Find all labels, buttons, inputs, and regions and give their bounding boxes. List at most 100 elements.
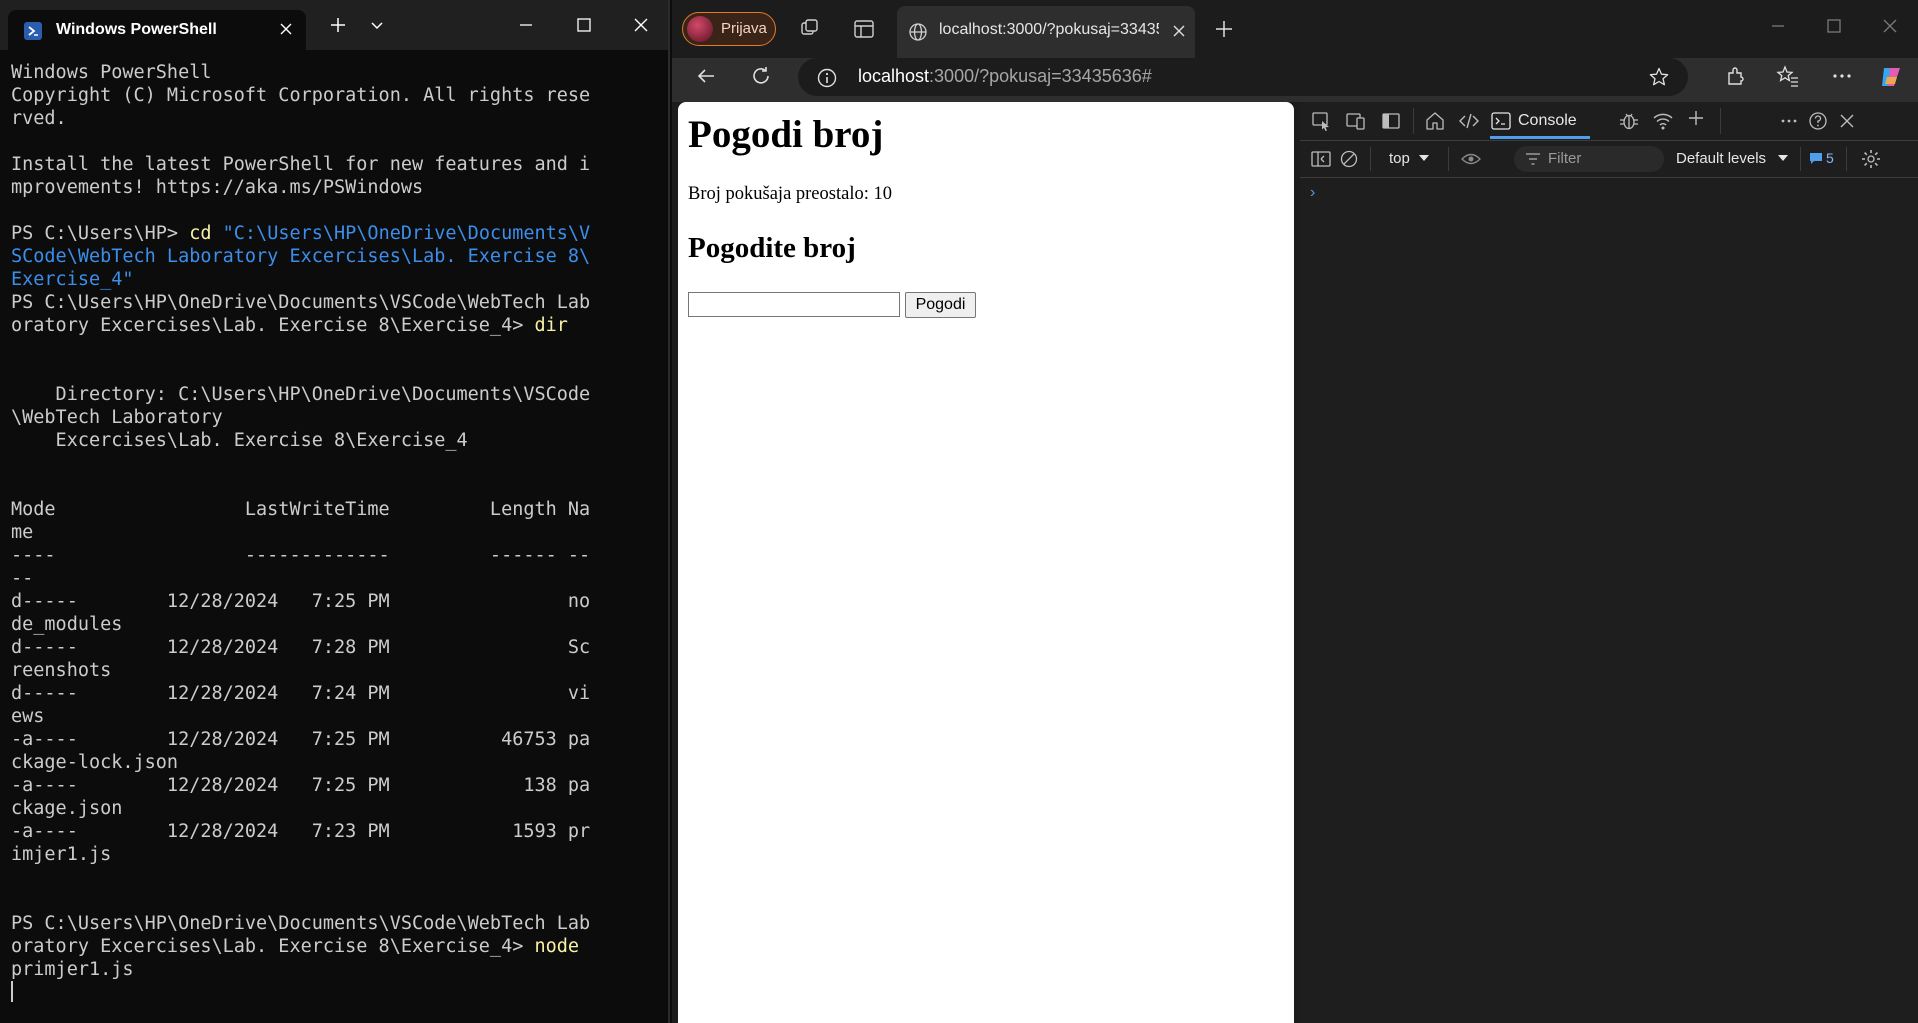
device-emulation-icon[interactable] bbox=[1345, 110, 1367, 132]
web-page-viewport: Pogodi broj Broj pokušaja preostalo: 10 … bbox=[678, 102, 1294, 1023]
back-icon[interactable] bbox=[694, 64, 718, 88]
browser-tab-title: localhost:3000/?pokusaj=33435636# bbox=[939, 21, 1159, 38]
dock-side-icon[interactable] bbox=[1380, 110, 1402, 132]
clear-console-icon[interactable] bbox=[1338, 148, 1360, 170]
output-text: ews bbox=[11, 706, 45, 727]
close-devtools-icon[interactable] bbox=[1836, 110, 1858, 132]
close-tab-icon[interactable] bbox=[278, 21, 294, 37]
command-text: cd bbox=[189, 223, 223, 244]
output-text: d----- 12/28/2024 7:25 PM no bbox=[11, 591, 591, 612]
terminal-line: -a---- 12/28/2024 7:23 PM 1593 pr bbox=[11, 820, 661, 843]
help-icon[interactable] bbox=[1807, 110, 1829, 132]
guess-button[interactable]: Pogodi bbox=[905, 292, 976, 318]
minimize-icon[interactable] bbox=[1766, 14, 1790, 38]
remaining-attempts-text: Broj pokušaja preostalo: 10 bbox=[688, 184, 892, 204]
output-text: primjer1.js bbox=[11, 959, 134, 980]
terminal-line: me bbox=[11, 521, 661, 544]
divider bbox=[1413, 108, 1414, 134]
string-text: "C:\Users\HP\OneDrive\Documents\V bbox=[222, 223, 591, 244]
vertical-tabs-icon[interactable] bbox=[852, 17, 876, 41]
issues-bug-icon[interactable] bbox=[1618, 110, 1640, 132]
dropdown-arrow-icon bbox=[1775, 150, 1791, 166]
favorite-star-icon[interactable] bbox=[1648, 66, 1670, 88]
command-text: dir bbox=[534, 315, 568, 336]
output-text: -a---- 12/28/2024 7:23 PM 1593 pr bbox=[11, 821, 591, 842]
refresh-icon[interactable] bbox=[749, 64, 773, 88]
output-text: de_modules bbox=[11, 614, 123, 635]
output-text: Copyright (C) Microsoft Corporation. All… bbox=[11, 85, 591, 106]
terminal-line: de_modules bbox=[11, 613, 661, 636]
close-tab-icon[interactable] bbox=[1171, 23, 1187, 39]
output-text: mprovements! https://aka.ms/PSWindows bbox=[11, 177, 424, 198]
workspaces-icon[interactable] bbox=[798, 17, 822, 41]
console-toolbar: top Filter Default levels 5 bbox=[1300, 141, 1918, 178]
log-levels-label: Default levels bbox=[1676, 150, 1767, 167]
divider bbox=[1720, 108, 1721, 134]
terminal-line: ---- ------------- ------ -- bbox=[11, 544, 661, 567]
output-text: -a---- 12/28/2024 7:25 PM 46753 pa bbox=[11, 729, 591, 750]
console-filter-input[interactable]: Filter bbox=[1514, 146, 1664, 172]
address-bar[interactable]: localhost:3000/?pokusaj=33435636# bbox=[798, 58, 1688, 96]
output-text: Mode LastWriteTime Length Na bbox=[11, 499, 591, 520]
console-icon bbox=[1490, 110, 1512, 132]
guess-subheading: Pogodite broj bbox=[688, 232, 856, 264]
maximize-icon[interactable] bbox=[573, 14, 595, 36]
output-text: ckage.json bbox=[11, 798, 123, 819]
new-tab-icon[interactable] bbox=[1212, 17, 1236, 41]
output-text: ckage-lock.json bbox=[11, 752, 179, 773]
divider bbox=[1846, 147, 1847, 171]
terminal-output[interactable]: Windows PowerShell Copyright (C) Microsof… bbox=[11, 61, 661, 981]
terminal-line: Excercises\Lab. Exercise 8\Exercise_4 bbox=[11, 429, 661, 452]
output-text: d----- 12/28/2024 7:24 PM vi bbox=[11, 683, 591, 704]
profile-label: Prijava bbox=[721, 20, 767, 37]
more-tools-plus-icon[interactable] bbox=[1685, 107, 1707, 129]
console-settings-gear-icon[interactable] bbox=[1860, 148, 1882, 170]
close-window-icon[interactable] bbox=[1878, 14, 1902, 38]
favorites-icon[interactable] bbox=[1776, 64, 1800, 88]
minimize-icon[interactable] bbox=[515, 14, 537, 36]
maximize-icon[interactable] bbox=[1822, 14, 1846, 38]
live-expression-eye-icon[interactable] bbox=[1460, 148, 1482, 170]
message-count: 5 bbox=[1826, 150, 1834, 166]
context-selector-label: top bbox=[1389, 150, 1410, 167]
output-text: PS C:\Users\HP> bbox=[11, 223, 190, 244]
active-tab-indicator bbox=[1490, 136, 1590, 139]
terminal-line: PS C:\Users\HP> cd "C:\Users\HP\OneDrive… bbox=[11, 222, 661, 245]
more-options-icon[interactable] bbox=[1830, 64, 1854, 88]
terminal-line: ckage-lock.json bbox=[11, 751, 661, 774]
new-tab-icon[interactable] bbox=[327, 14, 349, 36]
network-wifi-icon[interactable] bbox=[1652, 110, 1674, 132]
welcome-home-icon[interactable] bbox=[1424, 110, 1446, 132]
divider bbox=[1448, 147, 1449, 171]
output-text: Windows PowerShell bbox=[11, 62, 212, 83]
extensions-icon[interactable] bbox=[1724, 64, 1748, 88]
copilot-icon[interactable] bbox=[1878, 64, 1902, 88]
browser-tab[interactable]: localhost:3000/?pokusaj=33435636# bbox=[897, 6, 1195, 58]
terminal-line: \WebTech Laboratory bbox=[11, 406, 661, 429]
sidebar-toggle-icon[interactable] bbox=[1310, 148, 1332, 170]
filter-icon bbox=[1524, 150, 1542, 168]
console-prompt[interactable]: › bbox=[1310, 184, 1315, 202]
elements-code-icon[interactable] bbox=[1458, 110, 1480, 132]
terminal-line: rved. bbox=[11, 107, 661, 130]
browser-tabstrip: Prijava localhost:3000/?pokusaj=33435636… bbox=[672, 0, 1918, 58]
devtools-panel: Console top Filter Default levels 5 › bbox=[1300, 102, 1918, 1023]
terminal-tab[interactable]: Windows PowerShell bbox=[8, 10, 306, 50]
terminal-line: PS C:\Users\HP\OneDrive\Documents\VSCode… bbox=[11, 291, 661, 314]
close-window-icon[interactable] bbox=[630, 14, 652, 36]
filter-placeholder: Filter bbox=[1548, 150, 1582, 167]
output-text: Directory: C:\Users\HP\OneDrive\Document… bbox=[11, 384, 591, 405]
more-options-icon[interactable] bbox=[1778, 110, 1800, 132]
site-info-icon[interactable] bbox=[816, 67, 838, 89]
inspect-element-icon[interactable] bbox=[1310, 110, 1332, 132]
profile-button[interactable]: Prijava bbox=[682, 12, 776, 46]
guess-input[interactable] bbox=[688, 292, 900, 317]
output-text: PS C:\Users\HP\OneDrive\Documents\VSCode… bbox=[11, 292, 591, 313]
chevron-down-icon[interactable] bbox=[366, 14, 388, 36]
address-url: localhost:3000/?pokusaj=33435636# bbox=[858, 66, 1152, 87]
